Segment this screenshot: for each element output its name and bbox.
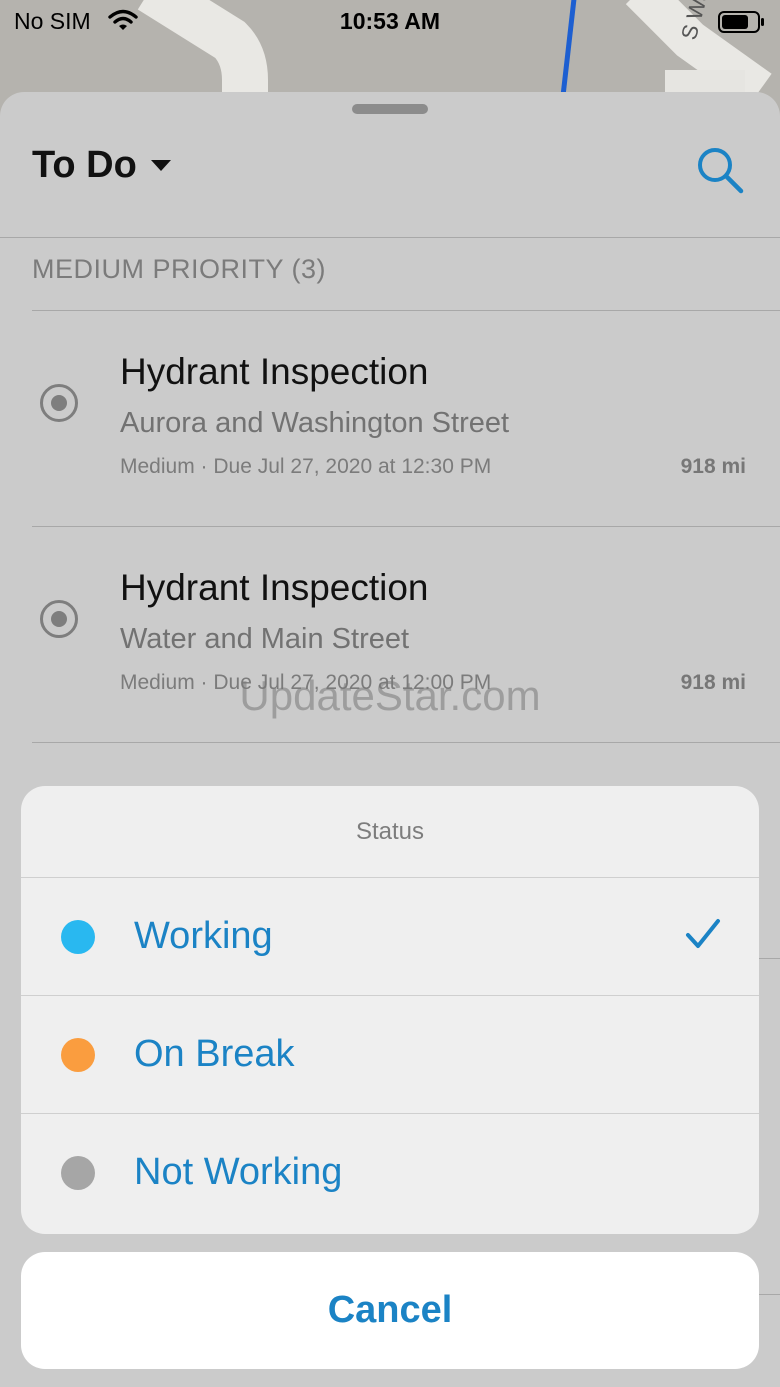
item-due: Medium · Due Jul 27, 2020 at 12:00 PM: [120, 671, 492, 694]
status-action-sheet: Status Working On Break Not Working: [21, 786, 759, 1234]
status-option-not-working[interactable]: Not Working: [21, 1114, 759, 1232]
status-option-label: On Break: [134, 1033, 295, 1075]
list-item[interactable]: Hydrant Inspection Water and Main Street…: [0, 527, 780, 743]
list-item[interactable]: Hydrant Inspection Aurora and Washington…: [0, 311, 780, 527]
item-distance: 918 mi: [680, 455, 746, 478]
item-distance: 918 mi: [680, 671, 746, 694]
item-location: Aurora and Washington Street: [120, 407, 510, 439]
caret-down-icon: [150, 160, 171, 171]
radio-icon[interactable]: [40, 600, 78, 638]
status-option-label: Working: [134, 915, 273, 957]
status-bar: No SIM 10:53 AM: [0, 0, 780, 44]
battery-icon: [718, 10, 766, 39]
sheet-title: To Do: [32, 144, 137, 186]
status-option-label: Not Working: [134, 1151, 343, 1193]
list-filter-dropdown[interactable]: To Do: [32, 144, 171, 187]
search-icon: [698, 148, 744, 194]
row-divider: [32, 742, 780, 743]
item-location: Water and Main Street: [120, 623, 410, 655]
action-sheet-title: Status: [21, 786, 759, 878]
status-dot-icon: [61, 920, 95, 954]
header-divider: [0, 237, 780, 238]
checkmark-icon: [685, 918, 721, 955]
radio-icon[interactable]: [40, 384, 78, 422]
item-title: Hydrant Inspection: [120, 351, 429, 392]
clock: 10:53 AM: [339, 8, 441, 34]
cancel-button[interactable]: Cancel: [21, 1252, 759, 1369]
status-option-on-break[interactable]: On Break: [21, 996, 759, 1114]
search-button[interactable]: [694, 144, 746, 196]
status-option-working[interactable]: Working: [21, 878, 759, 996]
item-title: Hydrant Inspection: [120, 567, 429, 608]
sheet-drag-handle[interactable]: [352, 104, 428, 114]
status-dot-icon: [61, 1038, 95, 1072]
status-dot-icon: [61, 1156, 95, 1190]
item-due: Medium · Due Jul 27, 2020 at 12:30 PM: [120, 455, 492, 478]
section-header: MEDIUM PRIORITY (3): [32, 254, 327, 284]
